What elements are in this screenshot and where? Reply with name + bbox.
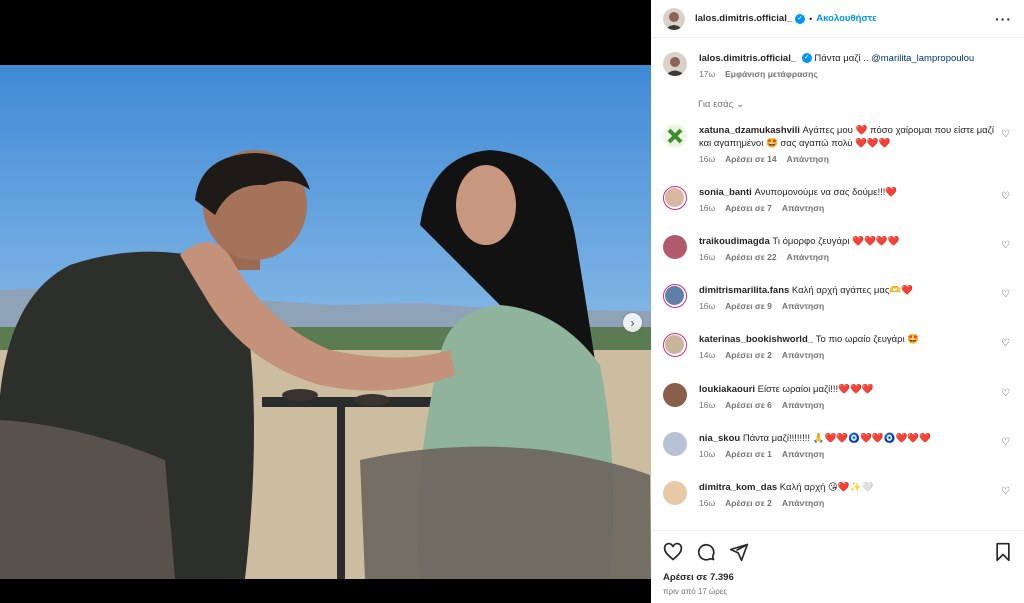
commenter-username[interactable]: dimitra_kom_das [699, 482, 777, 493]
comment-age[interactable]: 16ω [699, 153, 715, 166]
comment-age[interactable]: 16ω [699, 202, 715, 215]
media-viewer: › [0, 0, 651, 603]
comment-likes[interactable]: Αρέσει σε 22 [725, 251, 776, 264]
comment-item: xatuna_dzamukashvili Αγάπες μου ❤️ πόσο … [663, 124, 1012, 166]
photo-image [0, 65, 651, 579]
comment-text: Τι όμορφο ζευγάρι ❤️❤️❤️❤️ [772, 236, 900, 247]
commenter-avatar[interactable] [663, 481, 687, 505]
caption-mention[interactable]: @marilita_lampropoulou [871, 53, 974, 64]
follow-button[interactable]: Ακολουθήστε [816, 13, 876, 24]
post-side-panel: lalos.dimitris.official_ ✓ • Ακολουθήστε… [651, 0, 1024, 603]
likes-count[interactable]: Αρέσει σε 7.396 [663, 572, 1012, 583]
comment-age[interactable]: 14ω [699, 349, 715, 362]
comment-age[interactable]: 16ω [699, 497, 715, 510]
reply-button[interactable]: Απάντηση [782, 399, 824, 412]
like-comment-heart-icon[interactable]: ♡ [1001, 437, 1010, 448]
comment-item: nia_skou Πάντα μαζί!!!!!!!! 🙏❤️❤️🧿❤️❤️🧿❤… [663, 432, 1012, 461]
comment-text: Καλή αρχή αγάπες μας🫶❤️ [791, 285, 914, 296]
comment-likes[interactable]: Αρέσει σε 9 [725, 300, 772, 313]
comment-age[interactable]: 16ω [699, 251, 715, 264]
commenter-avatar[interactable] [663, 124, 687, 148]
reply-button[interactable]: Απάντηση [782, 448, 824, 461]
post-photo[interactable] [0, 65, 651, 579]
comment-age[interactable]: 10ω [699, 448, 715, 461]
comment-likes[interactable]: Αρέσει σε 2 [725, 349, 772, 362]
comment-likes[interactable]: Αρέσει σε 6 [725, 399, 772, 412]
caption-age[interactable]: 17ω [699, 68, 715, 81]
for-you-label: Για εσάς [698, 99, 734, 110]
see-translation-button[interactable]: Εμφάνιση μετάφρασης [725, 68, 818, 81]
for-you-filter[interactable]: Για εσάς ⌄ [698, 99, 1024, 110]
caption-username[interactable]: lalos.dimitris.official_ [699, 53, 796, 64]
separator-dot: • [809, 13, 813, 24]
reply-button[interactable]: Απάντηση [787, 153, 829, 166]
like-comment-heart-icon[interactable]: ♡ [1001, 129, 1010, 140]
comment-item: dimitra_kom_das Καλή αρχή 😘❤️✨🤍 16ω Αρέσε… [663, 481, 1012, 510]
commenter-username[interactable]: dimitrismarilita.fans [699, 285, 789, 296]
caption-avatar[interactable] [663, 52, 687, 76]
commenter-avatar[interactable] [663, 235, 687, 259]
comment-age[interactable]: 16ω [699, 300, 715, 313]
commenter-avatar[interactable] [663, 186, 687, 210]
comment-likes[interactable]: Αρέσει σε 1 [725, 448, 772, 461]
commenter-avatar[interactable] [663, 284, 687, 308]
post-caption: lalos.dimitris.official_ ✓ Πάντα μαζί ..… [651, 38, 1024, 81]
verified-badge-icon: ✓ [801, 53, 812, 64]
caption-text: Πάντα μαζί .. [814, 53, 869, 64]
comment-item: sonia_banti Ανυπομονούμε να σας δούμε!!!… [663, 186, 1012, 215]
reply-button[interactable]: Απάντηση [782, 300, 824, 313]
author-avatar[interactable] [663, 7, 685, 30]
commenter-username[interactable]: xatuna_dzamukashvili [699, 125, 800, 136]
like-comment-heart-icon[interactable]: ♡ [1001, 338, 1010, 349]
reply-button[interactable]: Απάντηση [787, 251, 829, 264]
commenter-username[interactable]: katerinas_bookishworld_ [699, 334, 813, 345]
post-timestamp[interactable]: πριν από 17 ώρες [663, 587, 1012, 596]
commenter-avatar[interactable] [663, 333, 687, 357]
commenter-username[interactable]: nia_skou [699, 433, 740, 444]
reply-button[interactable]: Απάντηση [782, 349, 824, 362]
comment-text: Είστε ωραίοι μαζί!!!❤️❤️❤️ [757, 384, 874, 395]
like-comment-heart-icon[interactable]: ♡ [1001, 486, 1010, 497]
comment-item: dimitrismarilita.fans Καλή αρχή αγάπες μ… [663, 284, 1012, 313]
post-header: lalos.dimitris.official_ ✓ • Ακολουθήστε… [651, 0, 1024, 38]
like-comment-heart-icon[interactable]: ♡ [1001, 289, 1010, 300]
bookmark-icon[interactable] [994, 542, 1012, 562]
comment-age[interactable]: 16ω [699, 399, 715, 412]
heart-icon[interactable] [663, 542, 683, 562]
comment-text: Ανυπομονούμε να σας δούμε!!!❤️ [754, 187, 898, 198]
comment-likes[interactable]: Αρέσει σε 7 [725, 202, 772, 215]
like-comment-heart-icon[interactable]: ♡ [1001, 388, 1010, 399]
comment-icon[interactable] [696, 542, 716, 562]
commenter-avatar[interactable] [663, 432, 687, 456]
comment-item: katerinas_bookishworld_ Το πιο ωραίο ζευ… [663, 333, 1012, 362]
comment-text: Πάντα μαζί!!!!!!!! 🙏❤️❤️🧿❤️❤️🧿❤️❤️❤️ [742, 433, 931, 444]
comment-text: Το πιο ωραίο ζευγάρι 🤩 [815, 334, 920, 345]
verified-badge-icon: ✓ [795, 13, 806, 24]
comment-item: traikoudimagda Τι όμορφο ζευγάρι ❤️❤️❤️❤… [663, 235, 1012, 264]
comment-text: Καλή αρχή 😘❤️✨🤍 [779, 482, 874, 493]
chevron-down-icon: ⌄ [736, 99, 745, 110]
more-options-icon[interactable]: ··· [995, 11, 1012, 27]
next-photo-button[interactable]: › [623, 313, 642, 332]
commenter-username[interactable]: sonia_banti [699, 187, 752, 198]
comment-likes[interactable]: Αρέσει σε 2 [725, 497, 772, 510]
comment-likes[interactable]: Αρέσει σε 14 [725, 153, 776, 166]
reply-button[interactable]: Απάντηση [782, 202, 824, 215]
post-actions: Αρέσει σε 7.396 πριν από 17 ώρες [651, 530, 1024, 596]
author-username[interactable]: lalos.dimitris.official_ [695, 13, 792, 24]
commenter-avatar[interactable] [663, 383, 687, 407]
commenter-username[interactable]: traikoudimagda [699, 236, 770, 247]
commenter-username[interactable]: loukiakaouri [699, 384, 755, 395]
comment-item: loukiakaouri Είστε ωραίοι μαζί!!!❤️❤️❤️ … [663, 383, 1012, 412]
like-comment-heart-icon[interactable]: ♡ [1001, 240, 1010, 251]
share-icon[interactable] [729, 542, 749, 562]
like-comment-heart-icon[interactable]: ♡ [1001, 191, 1010, 202]
reply-button[interactable]: Απάντηση [782, 497, 824, 510]
comments-scroll-area[interactable]: lalos.dimitris.official_ ✓ Πάντα μαζί ..… [651, 38, 1024, 530]
next-arrow-icon: › [630, 315, 635, 330]
